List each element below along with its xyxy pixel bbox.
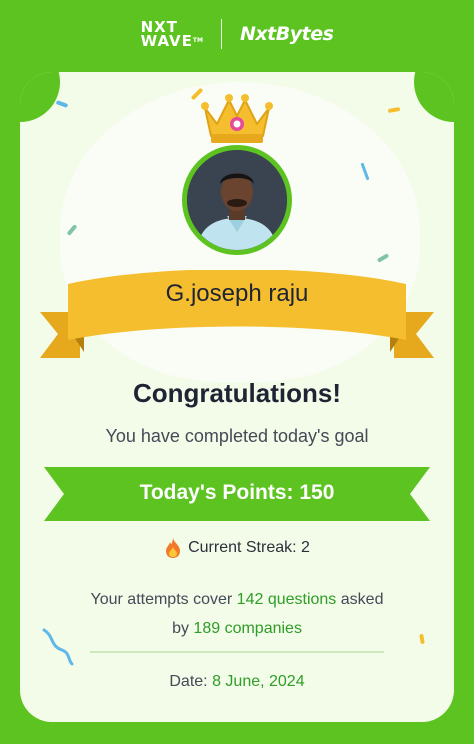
avatar-photo (187, 150, 287, 250)
nxtbytes-logo: NxtBytes (240, 23, 334, 45)
date-value: 8 June, 2024 (212, 673, 305, 690)
goal-subtitle: You have completed today's goal (105, 426, 369, 446)
fire-icon (166, 538, 181, 558)
logo-tm: TM (192, 37, 203, 44)
congratulations-title: Congratulations! (133, 378, 341, 408)
streak-label: Current Streak: 2 (188, 539, 310, 556)
by-label: by (172, 620, 189, 637)
attempts-prefix: Your attempts cover (90, 591, 233, 608)
date-label: Date: (169, 673, 208, 690)
attempts-summary: Your attempts cover 142 questions asked … (0, 585, 474, 643)
current-streak: Current Streak: 2 (0, 537, 474, 559)
crown-icon (201, 94, 273, 143)
companies-count: 189 companies (193, 620, 302, 637)
date-line: Date: 8 June, 2024 (0, 673, 474, 691)
header: NXT WAVETM NxtBytes (0, 0, 474, 68)
attempts-suffix: asked (340, 591, 384, 608)
todays-points: Today's Points: 150 (139, 481, 335, 504)
divider (90, 651, 384, 653)
questions-count: 142 questions (236, 591, 337, 608)
nxtwave-logo: NXT WAVETM (140, 20, 203, 50)
logo-divider (221, 19, 222, 49)
user-name: G.joseph raju (165, 280, 309, 307)
logo-line-2: WAVE (140, 32, 193, 50)
